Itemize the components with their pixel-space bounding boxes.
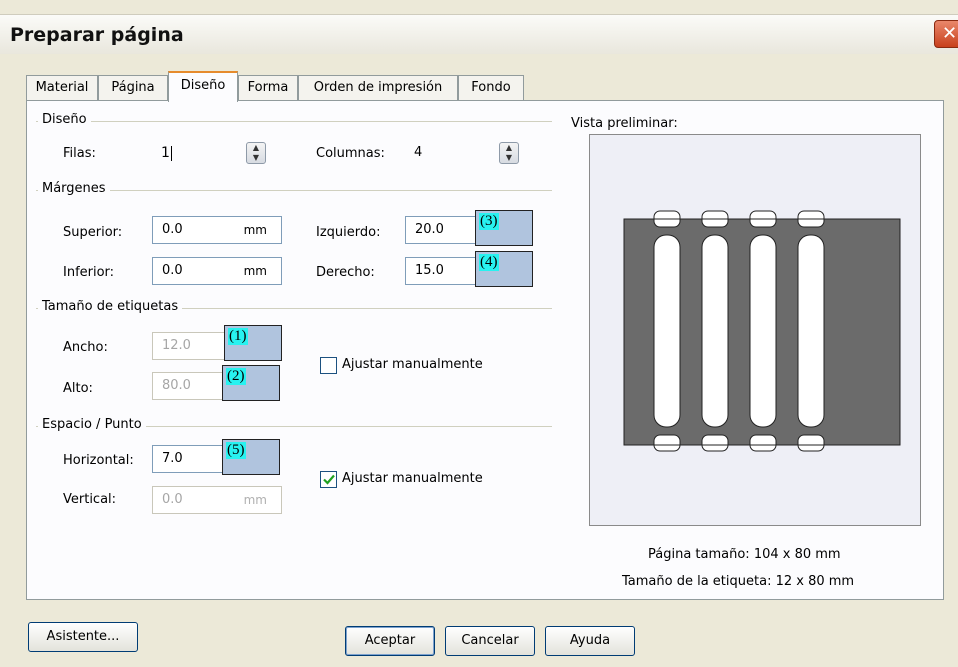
tab-material[interactable]: Material bbox=[26, 75, 98, 101]
label-preview-graphic bbox=[623, 210, 901, 452]
preview-label bbox=[749, 234, 777, 428]
tab-forma[interactable]: Forma bbox=[238, 75, 298, 101]
title-bar[interactable]: Preparar página ✕ bbox=[0, 14, 958, 54]
width-label: Ancho: bbox=[63, 340, 108, 355]
wizard-button[interactable]: Asistente... bbox=[28, 622, 138, 652]
preview-label bbox=[797, 234, 825, 428]
bottom-margin-label: Inferior: bbox=[63, 265, 115, 280]
preview-label-bottom-stub bbox=[797, 434, 825, 452]
rows-value[interactable]: 1 bbox=[161, 145, 170, 161]
callout-marker-2: (2) bbox=[222, 365, 280, 401]
bottom-margin-unit: mm bbox=[243, 264, 267, 278]
tab-diseno[interactable]: Diseño bbox=[168, 71, 238, 102]
preview-label bbox=[653, 234, 681, 428]
help-button[interactable]: Ayuda bbox=[545, 626, 635, 656]
callout-marker-5-text: (5) bbox=[226, 442, 246, 459]
columns-label: Columnas: bbox=[316, 146, 385, 161]
callout-marker-1-text: (1) bbox=[228, 328, 248, 345]
callout-marker-5: (5) bbox=[222, 439, 280, 475]
tab-pagina[interactable]: Página bbox=[98, 75, 168, 101]
spacing-manual-label[interactable]: Ajustar manualmente bbox=[342, 471, 483, 486]
preview-label bbox=[701, 234, 729, 428]
top-margin-unit: mm bbox=[243, 223, 267, 237]
vertical-spacing-input[interactable]: 0.0 mm bbox=[152, 486, 282, 514]
callout-marker-2-text: (2) bbox=[226, 368, 246, 385]
bottom-margin-value: 0.0 bbox=[162, 263, 183, 278]
page-setup-dialog: Preparar página ✕ Material Página Diseño… bbox=[0, 0, 958, 667]
right-margin-input[interactable]: 15.0 bbox=[405, 257, 477, 285]
checkmark-icon bbox=[323, 474, 335, 485]
margins-group-title: Márgenes bbox=[38, 181, 110, 196]
tab-fondo[interactable]: Fondo bbox=[458, 75, 524, 101]
preview-label-bottom-stub bbox=[749, 434, 777, 452]
spacing-group-title: Espacio / Punto bbox=[38, 417, 146, 432]
preview-label-bottom-stub bbox=[653, 434, 681, 452]
page-size-info: Página tamaño: 104 x 80 mm bbox=[648, 547, 841, 562]
left-margin-input[interactable]: 20.0 bbox=[405, 216, 477, 244]
callout-marker-3: (3) bbox=[475, 210, 533, 246]
top-margin-label: Superior: bbox=[63, 225, 123, 240]
horizontal-spacing-value: 7.0 bbox=[162, 451, 183, 466]
spacing-manual-checkbox[interactable] bbox=[320, 471, 337, 488]
top-margin-input[interactable]: 0.0 mm bbox=[152, 216, 282, 244]
label-size-manual-label[interactable]: Ajustar manualmente bbox=[342, 357, 483, 372]
rows-spinner[interactable]: ▲ ▼ bbox=[246, 142, 266, 164]
columns-value[interactable]: 4 bbox=[414, 145, 422, 160]
vertical-spacing-value: 0.0 bbox=[162, 492, 183, 507]
left-margin-value: 20.0 bbox=[415, 222, 444, 237]
top-margin-value: 0.0 bbox=[162, 222, 183, 237]
bottom-margin-input[interactable]: 0.0 mm bbox=[152, 257, 282, 285]
close-icon[interactable]: ✕ bbox=[934, 20, 958, 48]
height-input[interactable]: 80.0 bbox=[152, 372, 224, 400]
preview-title: Vista preliminar: bbox=[571, 116, 678, 131]
width-value: 12.0 bbox=[162, 338, 191, 353]
group-divider bbox=[36, 121, 552, 122]
columns-spinner[interactable]: ▲ ▼ bbox=[499, 142, 519, 164]
height-label: Alto: bbox=[63, 381, 93, 396]
left-margin-label: Izquierdo: bbox=[316, 225, 381, 240]
group-divider bbox=[36, 190, 552, 191]
vertical-spacing-unit: mm bbox=[243, 493, 267, 507]
width-input[interactable]: 12.0 bbox=[152, 332, 224, 360]
label-size-manual-checkbox[interactable] bbox=[320, 357, 337, 374]
callout-marker-1: (1) bbox=[224, 325, 282, 361]
dialog-title: Preparar página bbox=[10, 24, 184, 46]
right-margin-label: Derecho: bbox=[316, 265, 375, 280]
cancel-button[interactable]: Cancelar bbox=[445, 626, 535, 656]
ok-button[interactable]: Aceptar bbox=[345, 626, 435, 656]
tab-orden-impresion[interactable]: Orden de impresión bbox=[298, 75, 458, 101]
horizontal-spacing-input[interactable]: 7.0 bbox=[152, 445, 224, 473]
height-value: 80.0 bbox=[162, 378, 191, 393]
horizontal-label: Horizontal: bbox=[63, 453, 134, 468]
label-size-info: Tamaño de la etiqueta: 12 x 80 mm bbox=[622, 574, 855, 589]
preview-pane bbox=[589, 134, 921, 526]
label-size-group-title: Tamaño de etiquetas bbox=[38, 299, 183, 314]
callout-marker-3-text: (3) bbox=[479, 213, 499, 230]
vertical-label: Vertical: bbox=[63, 492, 117, 507]
rows-label: Filas: bbox=[63, 146, 96, 161]
callout-marker-4-text: (4) bbox=[479, 254, 499, 271]
layout-group-title: Diseño bbox=[38, 112, 91, 127]
right-margin-value: 15.0 bbox=[415, 263, 444, 278]
preview-label-bottom-stub bbox=[701, 434, 729, 452]
callout-marker-4: (4) bbox=[475, 251, 533, 287]
